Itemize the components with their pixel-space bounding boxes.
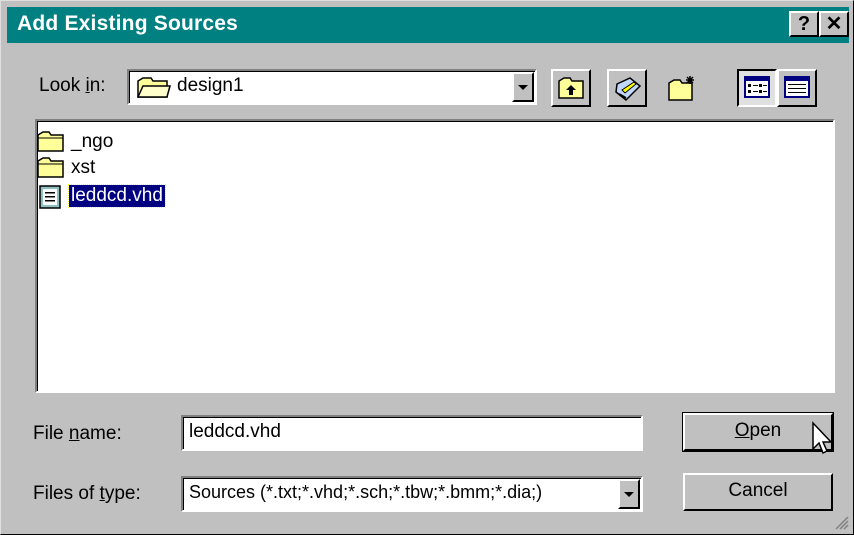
- file-type-value: Sources (*.txt;*.vhd;*.sch;*.tbw;*.bmm;*…: [189, 482, 543, 502]
- dialog-window: Add Existing Sources ? ✕ Look in: design…: [0, 0, 854, 535]
- folder-icon: [37, 131, 64, 152]
- new-folder-button[interactable]: [663, 69, 703, 107]
- text-file-icon: [39, 185, 61, 209]
- file-type-label-prefix: Files of: [33, 483, 100, 504]
- file-name-value: leddcd.vhd: [189, 421, 281, 442]
- details-view-button[interactable]: [777, 69, 817, 107]
- chevron-down-icon: [624, 492, 634, 497]
- file-list[interactable]: _ngo xst leddcd.vhd: [35, 119, 835, 393]
- file-type-combo[interactable]: Sources (*.txt;*.vhd;*.sch;*.tbw;*.bmm;*…: [181, 476, 643, 512]
- list-item-label: leddcd.vhd: [68, 184, 166, 208]
- title-bar[interactable]: Add Existing Sources ? ✕: [7, 7, 849, 43]
- file-type-label-suffix: ype:: [104, 483, 141, 504]
- mouse-cursor-icon: [812, 421, 833, 455]
- details-view-icon: [784, 76, 810, 98]
- desktop-icon: [615, 77, 642, 102]
- desktop-button[interactable]: [607, 69, 647, 107]
- file-name-label: File name:: [33, 423, 122, 445]
- look-in-label-prefix: Look: [39, 75, 86, 96]
- up-one-level-icon: [558, 77, 584, 99]
- list-item-label: xst: [71, 157, 96, 178]
- list-view-button[interactable]: [737, 69, 777, 107]
- look-in-combo[interactable]: design1: [127, 69, 537, 105]
- list-view-icon: [744, 76, 770, 98]
- help-button[interactable]: ?: [789, 11, 819, 37]
- dialog-title: Add Existing Sources: [17, 12, 239, 35]
- file-name-label-suffix: ame:: [79, 423, 122, 444]
- chevron-down-icon: [518, 85, 528, 90]
- folder-icon: [136, 77, 171, 105]
- file-name-input[interactable]: leddcd.vhd: [181, 415, 643, 451]
- folder-icon: [37, 157, 64, 178]
- file-name-label-prefix: File: [33, 423, 69, 444]
- up-one-level-button[interactable]: [551, 69, 591, 107]
- close-button[interactable]: ✕: [819, 11, 849, 37]
- open-button-label: pen: [749, 420, 782, 441]
- file-type-dropdown-button[interactable]: [618, 479, 640, 509]
- file-type-label: Files of type:: [33, 483, 141, 505]
- open-button-accel: O: [734, 420, 750, 441]
- look-in-dropdown-button[interactable]: [512, 72, 534, 102]
- new-folder-icon: [668, 76, 694, 101]
- resize-grip-icon[interactable]: [835, 516, 849, 530]
- look-in-label: Look in:: [39, 75, 106, 97]
- look-in-label-suffix: n:: [89, 75, 106, 96]
- list-item-label: _ngo: [71, 131, 114, 152]
- cancel-button[interactable]: Cancel: [683, 473, 833, 511]
- file-name-label-accel: n: [68, 423, 80, 444]
- look-in-value: design1: [177, 75, 244, 96]
